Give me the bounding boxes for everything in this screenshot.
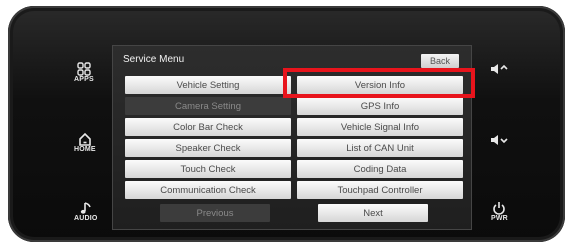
audio-button[interactable]: AUDIO xyxy=(74,201,98,222)
audio-label: AUDIO xyxy=(74,215,98,222)
music-note-icon xyxy=(80,202,91,214)
apps-label: APPS xyxy=(74,76,94,83)
volume-up-button[interactable] xyxy=(490,62,508,76)
menu-row: Speaker Check List of CAN Unit xyxy=(125,139,463,157)
color-bar-check-button[interactable]: Color Bar Check xyxy=(125,118,291,136)
vehicle-signal-info-button[interactable]: Vehicle Signal Info xyxy=(297,118,463,136)
apps-grid-icon xyxy=(77,62,91,76)
menu-row: Communication Check Touchpad Controller xyxy=(125,181,463,199)
volume-down-icon xyxy=(491,135,508,145)
version-info-button[interactable]: Version Info xyxy=(297,76,463,94)
power-icon xyxy=(493,202,506,215)
coding-data-button[interactable]: Coding Data xyxy=(297,160,463,178)
home-button[interactable]: HOME xyxy=(74,132,96,153)
menu-row: Vehicle Setting Version Info xyxy=(125,76,463,94)
volume-down-button[interactable] xyxy=(490,133,508,147)
camera-setting-button: Camera Setting xyxy=(125,97,291,115)
home-icon xyxy=(79,132,91,146)
previous-button: Previous xyxy=(160,204,270,222)
page-title: Service Menu xyxy=(123,54,185,65)
service-menu-screen: Service Menu Back Vehicle Setting Versio… xyxy=(112,45,472,230)
menu-row: Camera Setting GPS Info xyxy=(125,97,463,115)
apps-button[interactable]: APPS xyxy=(74,62,94,83)
menu-grid: Vehicle Setting Version Info Camera Sett… xyxy=(125,76,463,202)
communication-check-button[interactable]: Communication Check xyxy=(125,181,291,199)
touchpad-controller-button[interactable]: Touchpad Controller xyxy=(297,181,463,199)
power-button[interactable]: PWR xyxy=(491,201,508,222)
pagination: Previous Next xyxy=(125,204,463,222)
vehicle-setting-button[interactable]: Vehicle Setting xyxy=(125,76,291,94)
touch-check-button[interactable]: Touch Check xyxy=(125,160,291,178)
volume-up-icon xyxy=(491,64,508,74)
list-of-can-unit-button[interactable]: List of CAN Unit xyxy=(297,139,463,157)
gps-info-button[interactable]: GPS Info xyxy=(297,97,463,115)
speaker-check-button[interactable]: Speaker Check xyxy=(125,139,291,157)
next-button[interactable]: Next xyxy=(318,204,428,222)
power-label: PWR xyxy=(491,215,508,222)
menu-row: Color Bar Check Vehicle Signal Info xyxy=(125,118,463,136)
home-label: HOME xyxy=(74,146,96,153)
menu-row: Touch Check Coding Data xyxy=(125,160,463,178)
back-button[interactable]: Back xyxy=(421,54,459,68)
